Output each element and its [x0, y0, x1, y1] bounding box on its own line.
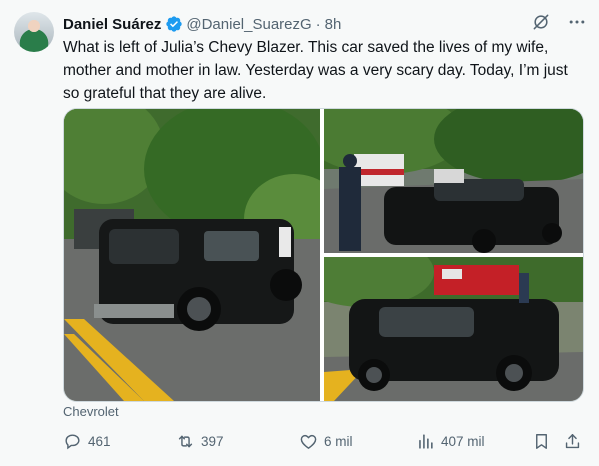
bookmark-button[interactable]: [532, 432, 551, 451]
crash-photo-side[interactable]: [324, 257, 583, 401]
crash-photo-front[interactable]: [324, 109, 583, 253]
more-icon[interactable]: [567, 12, 587, 32]
repost-button[interactable]: 397: [176, 432, 224, 451]
like-count: 6 mil: [324, 434, 353, 449]
share-button[interactable]: [563, 432, 582, 451]
verified-badge-icon: [166, 16, 183, 32]
post-time[interactable]: 8h: [325, 16, 342, 33]
separator-dot: ·: [315, 15, 321, 33]
reply-icon: [65, 434, 80, 450]
post-text: What is left of Julia’s Chevy Blazer. Th…: [63, 39, 568, 102]
views-button[interactable]: 407 mil: [416, 432, 485, 451]
action-bar: 461 397 6 mil 407 mil: [63, 432, 583, 456]
crash-photo-rear[interactable]: [64, 109, 320, 401]
post-header: Daniel Suárez @Daniel_SuarezG · 8h: [63, 14, 589, 34]
reply-count: 461: [88, 434, 111, 449]
heart-icon: [300, 434, 317, 449]
header-actions: [531, 12, 587, 32]
grok-icon[interactable]: [531, 12, 551, 32]
views-chart-icon: [419, 434, 433, 449]
author-name[interactable]: Daniel Suárez: [63, 16, 161, 33]
repost-icon: [178, 435, 193, 448]
bookmark-icon: [536, 434, 547, 449]
like-button[interactable]: 6 mil: [299, 432, 353, 451]
card-source-label: Chevrolet: [63, 404, 119, 419]
media-grid: [63, 108, 584, 402]
repost-count: 397: [201, 434, 224, 449]
author-handle[interactable]: @Daniel_SuarezG: [186, 16, 311, 33]
reply-button[interactable]: 461: [63, 432, 111, 451]
author-avatar[interactable]: [14, 12, 54, 52]
views-count: 407 mil: [441, 434, 485, 449]
share-icon: [565, 434, 580, 449]
